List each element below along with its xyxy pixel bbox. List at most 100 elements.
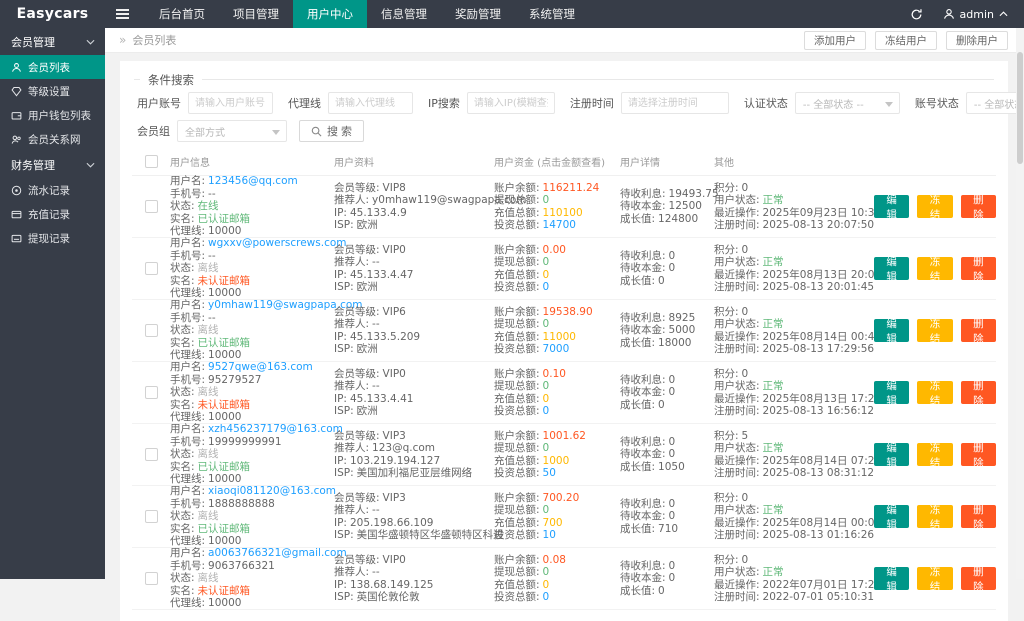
withdraw-total-value[interactable]: 0 <box>543 256 550 268</box>
nav-item-user-center[interactable]: 用户中心 <box>293 0 367 28</box>
nav-item-system[interactable]: 系统管理 <box>515 0 589 28</box>
row-checkbox[interactable] <box>145 510 158 523</box>
add-user-button[interactable]: 添加用户 <box>804 31 866 50</box>
regtime-input[interactable] <box>621 92 729 114</box>
refresh-icon[interactable] <box>910 8 923 21</box>
edit-button[interactable]: 编辑 <box>874 195 909 218</box>
ip-input[interactable] <box>467 92 555 114</box>
row-checkbox[interactable] <box>145 262 158 275</box>
sidebar-item-recharge-records[interactable]: 充值记录 <box>0 202 105 226</box>
recharge-total-value[interactable]: 700 <box>543 517 563 529</box>
balance-value[interactable]: 116211.24 <box>543 182 600 194</box>
delete-button[interactable]: 删除 <box>961 505 996 528</box>
withdraw-total-value[interactable]: 0 <box>543 442 550 454</box>
topbar-right: admin <box>910 0 1024 28</box>
withdraw-total-value[interactable]: 0 <box>543 194 550 206</box>
sidebar-item-relations[interactable]: 会员关系网 <box>0 127 105 151</box>
nav-item-rewards[interactable]: 奖励管理 <box>441 0 515 28</box>
points-value: 0 <box>742 244 749 256</box>
invest-total-value[interactable]: 10 <box>543 529 556 541</box>
phone-value: -- <box>208 312 216 324</box>
balance-value[interactable]: 1001.62 <box>543 430 586 442</box>
scrollbar[interactable] <box>1016 28 1024 579</box>
search-legend: 条件搜索 <box>140 72 202 88</box>
user-profile-cell: 会员等级:VIP0 推荐人:-- IP:45.133.4.41 ISP:欧洲 <box>334 362 494 423</box>
auth-status-select[interactable]: -- 全部状态 -- <box>795 92 900 114</box>
nav-item-dashboard[interactable]: 后台首页 <box>145 0 219 28</box>
user-info-cell: 用户名:123456@qq.com 手机号:-- 状态:在线 实名:已认证邮箱 … <box>170 176 334 237</box>
hamburger-icon[interactable] <box>105 0 139 28</box>
invest-total-value[interactable]: 0 <box>543 405 550 417</box>
agent-input[interactable] <box>328 92 413 114</box>
sidebar-item-member-list[interactable]: 会员列表 <box>0 55 105 79</box>
sidebar-item-level-settings[interactable]: 等级设置 <box>0 79 105 103</box>
username-link[interactable]: 9527qwe@163.com <box>208 361 313 373</box>
scrollbar-thumb[interactable] <box>1017 52 1023 164</box>
invest-total-value[interactable]: 7000 <box>543 343 570 355</box>
recharge-total-value[interactable]: 1000 <box>543 455 570 467</box>
recharge-total-value[interactable]: 11000 <box>543 331 576 343</box>
sidebar-item-withdraw-records[interactable]: 提现记录 <box>0 226 105 250</box>
withdraw-total-value[interactable]: 0 <box>543 380 550 392</box>
member-group-select[interactable]: 全部方式 <box>177 120 287 142</box>
sidebar-group-finance[interactable]: 财务管理 <box>0 151 105 178</box>
edit-button[interactable]: 编辑 <box>874 257 909 280</box>
row-checkbox[interactable] <box>145 386 158 399</box>
freeze-button[interactable]: 冻结 <box>917 505 952 528</box>
admin-menu[interactable]: admin <box>943 8 1008 21</box>
balance-value[interactable]: 700.20 <box>543 492 580 504</box>
balance-value[interactable]: 0.08 <box>543 554 566 566</box>
invest-total-value[interactable]: 14700 <box>543 219 576 231</box>
freeze-button[interactable]: 冻结 <box>917 257 952 280</box>
balance-value[interactable]: 0.00 <box>543 244 566 256</box>
username-link[interactable]: wgxxv@powerscrews.com <box>208 237 346 249</box>
delete-button[interactable]: 删除 <box>961 319 996 342</box>
edit-button[interactable]: 编辑 <box>874 443 909 466</box>
delete-button[interactable]: 删除 <box>961 195 996 218</box>
delete-button[interactable]: 删除 <box>961 257 996 280</box>
account-input[interactable] <box>188 92 273 114</box>
row-checkbox[interactable] <box>145 200 158 213</box>
pending-interest-value: 0 <box>669 498 676 510</box>
edit-button[interactable]: 编辑 <box>874 381 909 404</box>
nav-item-info[interactable]: 信息管理 <box>367 0 441 28</box>
sidebar-item-flow-records[interactable]: 流水记录 <box>0 178 105 202</box>
edit-button[interactable]: 编辑 <box>874 505 909 528</box>
username-link[interactable]: xzh456237179@163.com <box>208 423 343 435</box>
row-checkbox[interactable] <box>145 324 158 337</box>
username-link[interactable]: a0063766321@gmail.com <box>208 547 347 559</box>
search-icon <box>311 126 322 137</box>
isp-value: 欧洲 <box>357 343 378 355</box>
withdraw-total-value[interactable]: 0 <box>543 318 550 330</box>
freeze-user-button[interactable]: 冻结用户 <box>875 31 937 50</box>
invest-total-value[interactable]: 0 <box>543 591 550 603</box>
balance-value[interactable]: 19538.90 <box>543 306 593 318</box>
invest-total-value[interactable]: 0 <box>543 281 550 293</box>
freeze-button[interactable]: 冻结 <box>917 319 952 342</box>
freeze-button[interactable]: 冻结 <box>917 443 952 466</box>
select-all-checkbox[interactable] <box>145 155 158 168</box>
delete-user-button[interactable]: 删除用户 <box>946 31 1008 50</box>
delete-button[interactable]: 删除 <box>961 443 996 466</box>
edit-button[interactable]: 编辑 <box>874 319 909 342</box>
balance-value[interactable]: 0.10 <box>543 368 566 380</box>
recharge-total-value[interactable]: 0 <box>543 269 550 281</box>
isp-value: 欧洲 <box>357 405 378 417</box>
sidebar-item-wallet-list[interactable]: 用户钱包列表 <box>0 103 105 127</box>
username-link[interactable]: 123456@qq.com <box>208 175 298 187</box>
freeze-button[interactable]: 冻结 <box>917 381 952 404</box>
username-link[interactable]: xiaoqi081120@163.com <box>208 485 336 497</box>
withdraw-total-value[interactable]: 0 <box>543 504 550 516</box>
freeze-button[interactable]: 冻结 <box>917 195 952 218</box>
withdraw-total-value[interactable]: 0 <box>543 566 550 578</box>
recharge-total-value[interactable]: 0 <box>543 579 550 591</box>
search-button[interactable]: 搜 索 <box>299 120 364 142</box>
row-checkbox[interactable] <box>145 448 158 461</box>
invest-total-value[interactable]: 50 <box>543 467 556 479</box>
recharge-total-value[interactable]: 110100 <box>543 207 583 219</box>
nav-item-projects[interactable]: 项目管理 <box>219 0 293 28</box>
recharge-total-value[interactable]: 0 <box>543 393 550 405</box>
sidebar-group-members[interactable]: 会员管理 <box>0 28 105 55</box>
user-status-value: 正常 <box>763 566 784 578</box>
delete-button[interactable]: 删除 <box>961 381 996 404</box>
